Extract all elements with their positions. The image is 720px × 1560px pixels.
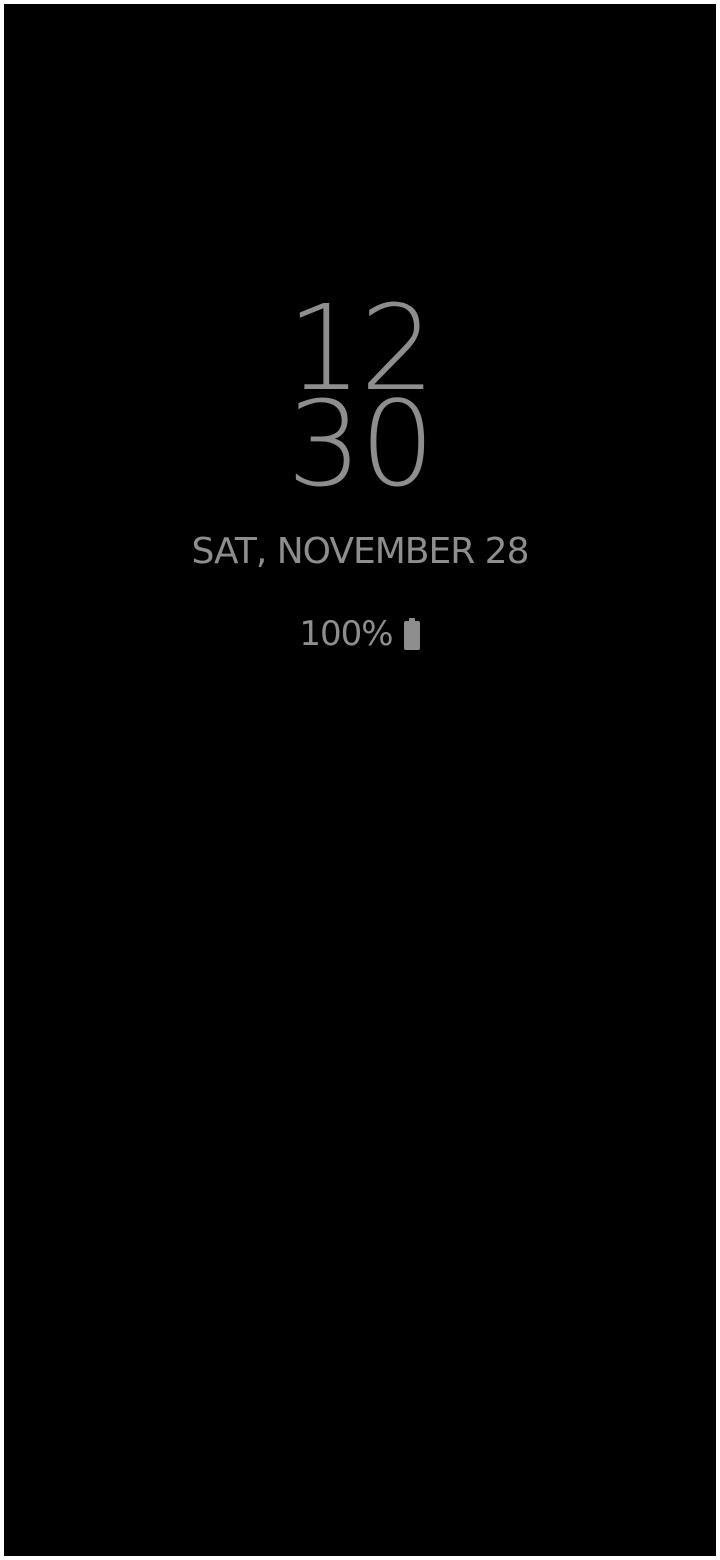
battery-full-icon [403, 618, 420, 650]
battery-percent: 100% [299, 614, 393, 654]
date-label: SAT, NOVEMBER 28 [191, 531, 529, 572]
clock-minutes: 30 [286, 375, 435, 513]
battery-status: 100% [4, 612, 716, 656]
lock-screen: 12 30 SAT, NOVEMBER 28 100% [4, 4, 716, 1556]
